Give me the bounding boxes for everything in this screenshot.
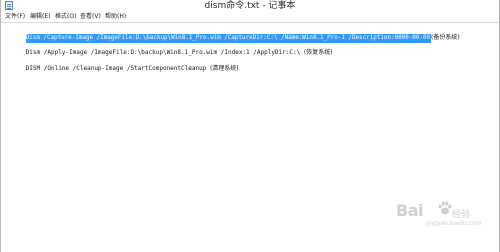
menu-help[interactable]: 帮助(H) <box>105 12 126 22</box>
line-note: (清理系统) <box>209 65 239 72</box>
line-note: (恢复系统) <box>303 49 333 56</box>
menu-edit[interactable]: 编辑(E) <box>30 12 50 22</box>
text-line: Dism /Capture-Image /ImageFile:D:\backup… <box>4 24 460 43</box>
menu-file[interactable]: 文件(F) <box>5 12 25 22</box>
title-bar[interactable]: dism命令.txt - 记事本 <box>1 0 499 12</box>
text-editor[interactable]: Dism /Capture-Image /ImageFile:D:\backup… <box>1 23 499 252</box>
menu-format[interactable]: 格式(O) <box>55 12 76 22</box>
line-command: DISM /Online /Cleanup-Image /StartCompon… <box>25 65 207 72</box>
line-note: (备份系统) <box>430 34 460 41</box>
text-line: DISM /Online /Cleanup-Image /StartCompon… <box>4 55 239 72</box>
menu-view[interactable]: 查看(V) <box>80 12 101 22</box>
text-line: Dism /Apply-Image /ImageFile:D:\backup\W… <box>4 39 333 56</box>
notepad-window: dism命令.txt - 记事本 文件(F) 编辑(E) 格式(O) 查看(V)… <box>0 0 500 252</box>
menu-bar: 文件(F) 编辑(E) 格式(O) 查看(V) 帮助(H) <box>1 12 499 23</box>
window-title: dism命令.txt - 记事本 <box>204 1 296 11</box>
